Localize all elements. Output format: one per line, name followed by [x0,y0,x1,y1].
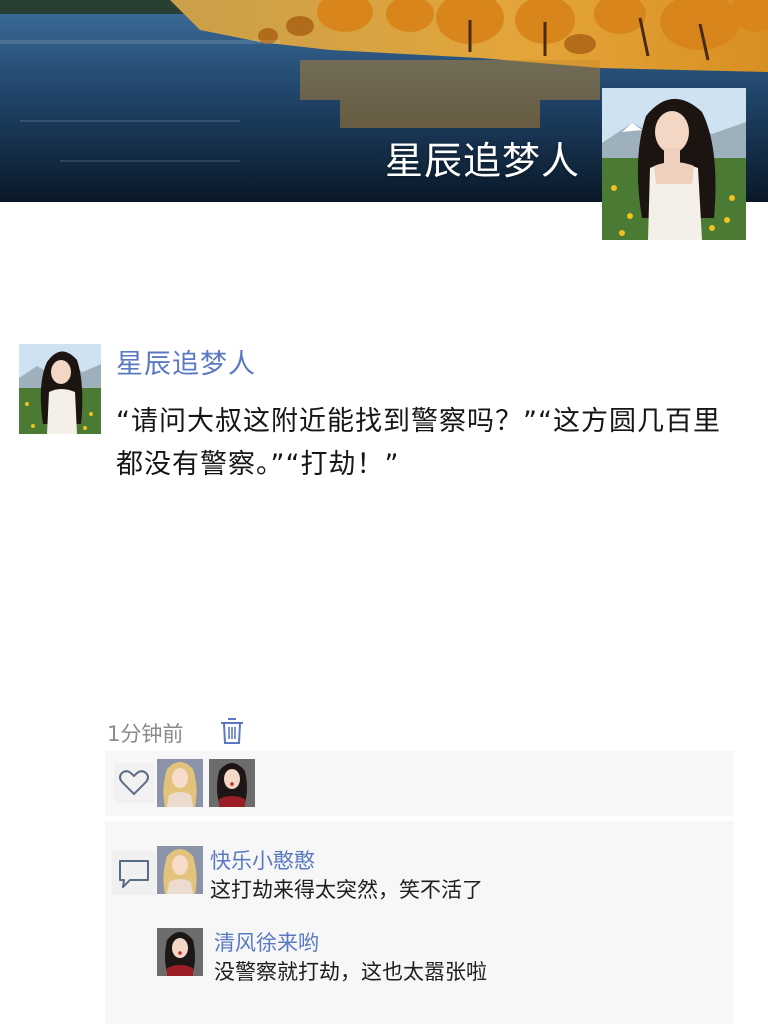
liker-avatar[interactable] [157,759,203,807]
heart-icon[interactable] [114,763,154,803]
post-timestamp: 1分钟前 [107,722,184,746]
comments-panel: 快乐小憨憨 这打劫来得太突然，笑不活了 清风徐来哟 没警察就打劫，这也太嚣张啦 [105,821,734,1024]
commenter-avatar[interactable] [157,928,203,976]
blonde-girl-illustration [157,759,203,807]
liker-avatar[interactable] [209,759,255,807]
comment-bubble-icon[interactable] [112,851,156,895]
portrait-illustration [602,88,746,240]
likes-panel [105,751,734,816]
author-avatar[interactable] [19,344,101,434]
commenter-name[interactable]: 快乐小憨憨 [210,845,315,875]
author-portrait-illustration [19,344,101,434]
dark-hair-girl-illustration [157,928,203,976]
post-content: “请问大叔这附近能找到警察吗？”“这方圆几百里都没有警察。”“打劫！” [116,406,721,480]
post-author-name[interactable]: 星辰追梦人 [116,342,256,381]
trash-icon[interactable] [219,716,245,746]
comment-text: 没警察就打劫，这也太嚣张啦 [214,960,487,984]
dark-hair-girl-illustration [209,759,255,807]
commenter-name[interactable]: 清风徐来哟 [214,927,319,957]
cover-username: 星辰追梦人 [384,139,580,183]
profile-avatar[interactable] [602,88,746,240]
blonde-girl-illustration [157,846,203,894]
comment-text: 这打劫来得太突然，笑不活了 [210,878,483,902]
commenter-avatar[interactable] [157,846,203,894]
